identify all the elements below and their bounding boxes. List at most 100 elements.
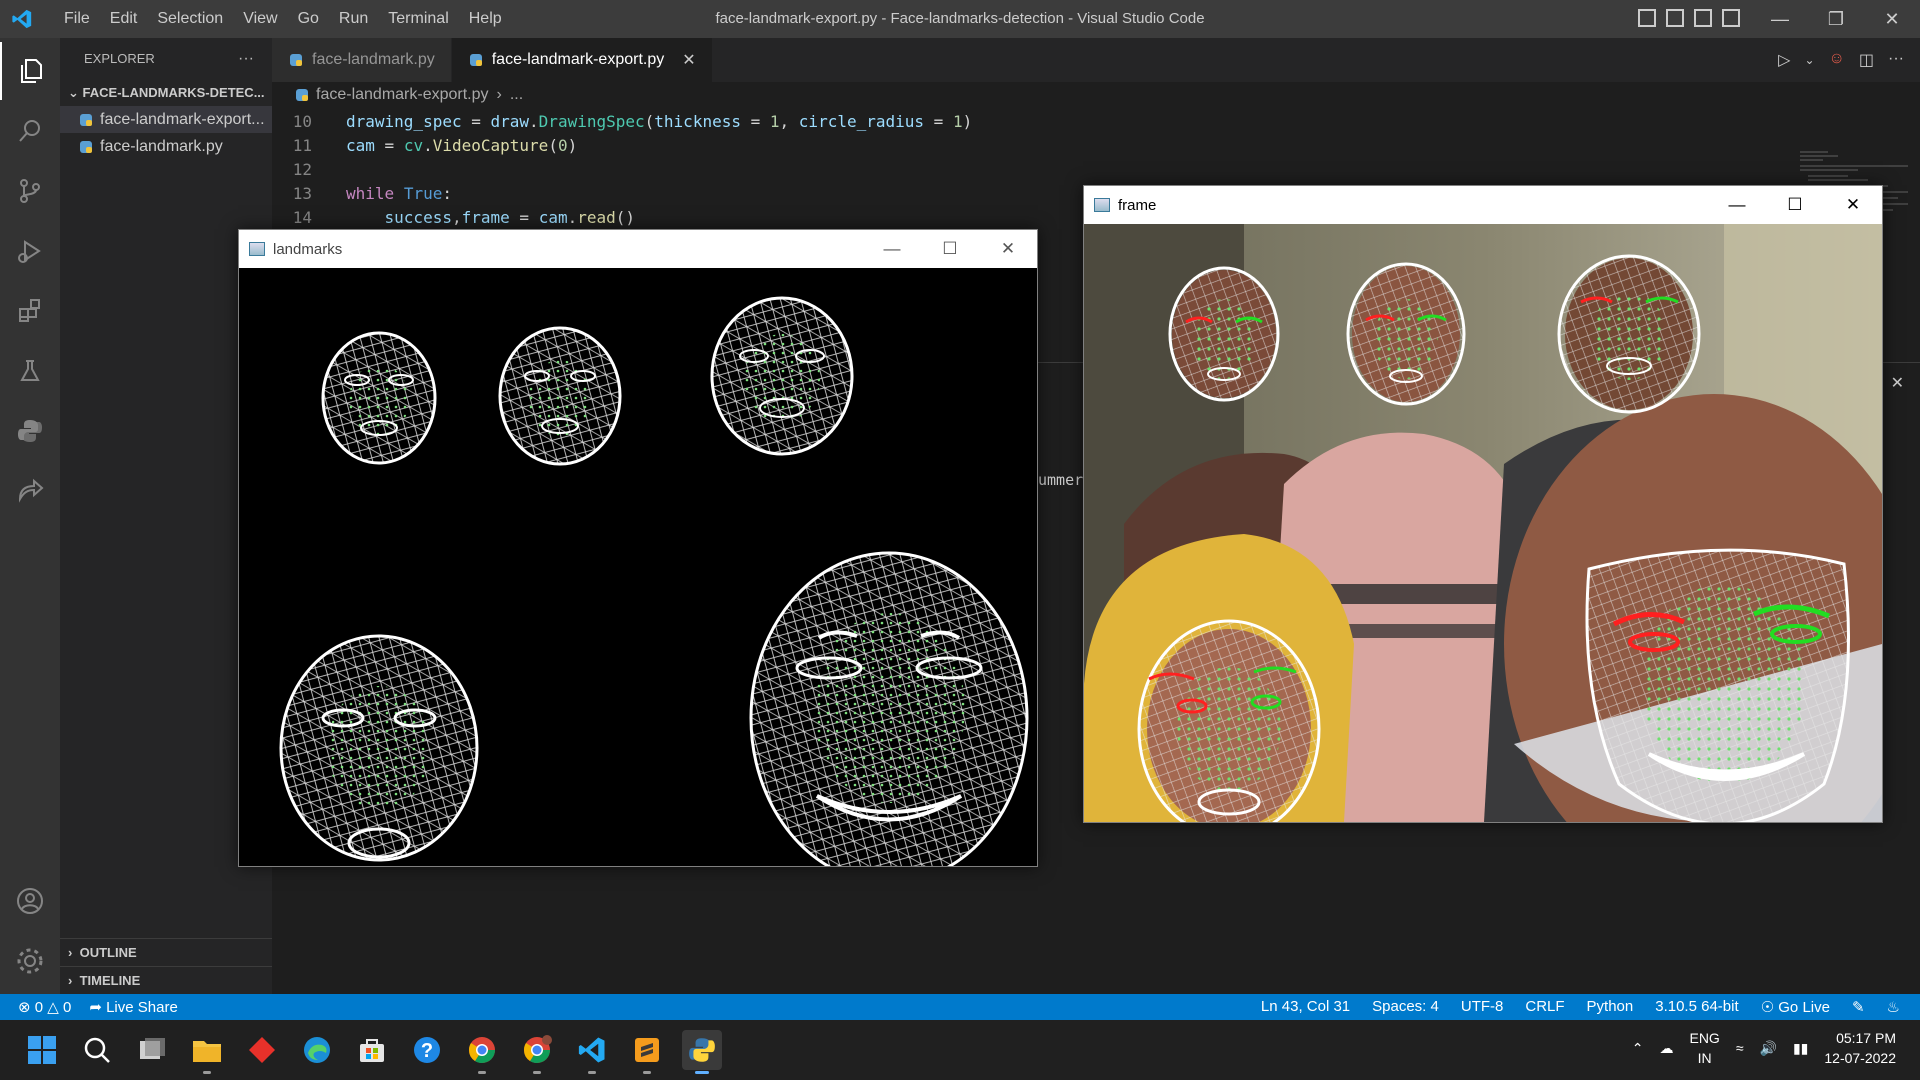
close-button[interactable]: ✕ xyxy=(979,230,1037,268)
explorer-icon[interactable] xyxy=(0,42,60,100)
file-item-landmark[interactable]: face-landmark.py xyxy=(60,133,272,160)
maximize-button[interactable]: ☐ xyxy=(921,230,979,268)
run-file-icon[interactable]: ▷ xyxy=(1778,50,1790,70)
minimize-button[interactable]: — xyxy=(863,230,921,268)
volume-icon[interactable]: 🔊 xyxy=(1760,1040,1777,1057)
menu-go[interactable]: Go xyxy=(288,10,329,28)
edge-icon[interactable] xyxy=(297,1030,337,1070)
line-number: 10 xyxy=(292,112,312,131)
toggle-secondary-sidebar-icon[interactable] xyxy=(1694,9,1712,27)
menu-selection[interactable]: Selection xyxy=(147,10,233,28)
landmarks-window[interactable]: landmarks — ☐ ✕ xyxy=(238,229,1038,867)
encoding[interactable]: UTF-8 xyxy=(1461,998,1504,1016)
chrome-profile-icon[interactable] xyxy=(517,1030,557,1074)
menu-terminal[interactable]: Terminal xyxy=(378,10,458,28)
minimize-button[interactable]: — xyxy=(1752,0,1808,38)
source-control-icon[interactable] xyxy=(0,162,60,220)
file-explorer-icon[interactable] xyxy=(187,1030,227,1074)
manage-gear-icon[interactable] xyxy=(0,932,60,990)
close-button[interactable]: ✕ xyxy=(1824,186,1882,224)
menu-edit[interactable]: Edit xyxy=(100,10,148,28)
landmarks-window-titlebar[interactable]: landmarks — ☐ ✕ xyxy=(239,230,1037,268)
workspace-folder[interactable]: ⌄ FACE-LANDMARKS-DETEC... xyxy=(60,80,272,106)
close-tab-icon[interactable]: ✕ xyxy=(682,50,695,70)
menu-file[interactable]: File xyxy=(54,10,100,28)
onedrive-icon[interactable]: ☁ xyxy=(1659,1040,1673,1057)
end-of-line[interactable]: CRLF xyxy=(1525,998,1564,1016)
frame-window-title: frame xyxy=(1118,196,1157,214)
task-view-icon[interactable] xyxy=(132,1030,172,1070)
file-name: face-landmark.py xyxy=(100,138,223,155)
sublime-icon[interactable] xyxy=(627,1030,667,1074)
toggle-primary-sidebar-icon[interactable] xyxy=(1638,9,1656,27)
testing-icon[interactable] xyxy=(0,342,60,400)
more-actions-icon[interactable]: ··· xyxy=(238,38,254,80)
wifi-icon[interactable]: ≈ xyxy=(1736,1040,1744,1056)
problems-indicator[interactable]: ⊗ 0 △ 0 xyxy=(18,998,71,1016)
split-editor-icon[interactable]: ◫ xyxy=(1859,50,1874,70)
search-icon[interactable] xyxy=(0,102,60,160)
battery-icon[interactable]: ▮▮ xyxy=(1793,1040,1808,1057)
toggle-panel-icon[interactable] xyxy=(1666,9,1684,27)
language-indicator[interactable]: ENG IN xyxy=(1689,1028,1719,1068)
go-live-label: Go Live xyxy=(1778,999,1830,1016)
codeium-icon[interactable]: ☺ xyxy=(1829,50,1845,70)
cursor-position[interactable]: Ln 43, Col 31 xyxy=(1261,998,1350,1016)
app-red-icon[interactable] xyxy=(242,1030,282,1070)
frame-window[interactable]: frame — ☐ ✕ xyxy=(1083,185,1883,823)
live-share-status[interactable]: ➦ Live Share xyxy=(89,998,177,1016)
python-interpreter[interactable]: 3.10.5 64-bit xyxy=(1655,998,1738,1016)
run-dropdown-icon[interactable]: ⌄ xyxy=(1804,50,1814,70)
explorer-title: EXPLORER xyxy=(84,51,155,66)
go-live-button[interactable]: ☉ Go Live xyxy=(1761,998,1830,1016)
language-mode[interactable]: Python xyxy=(1587,998,1634,1016)
more-actions-icon[interactable]: ··· xyxy=(1888,50,1904,70)
frame-window-titlebar[interactable]: frame — ☐ ✕ xyxy=(1084,186,1882,224)
vscode-icon[interactable] xyxy=(572,1030,612,1074)
face-mesh-5 xyxy=(749,551,1029,866)
store-icon[interactable] xyxy=(352,1030,392,1070)
run-debug-icon[interactable] xyxy=(0,222,60,280)
python-icon[interactable] xyxy=(682,1030,722,1074)
menu-run[interactable]: Run xyxy=(329,10,378,28)
notifications-icon[interactable]: ♨ xyxy=(1887,998,1900,1016)
face-mesh-3 xyxy=(710,296,854,456)
close-panel-icon[interactable]: ✕ xyxy=(1891,373,1904,393)
clock[interactable]: 05:17 PM 12-07-2022 xyxy=(1824,1028,1896,1068)
windows-start-icon[interactable] xyxy=(22,1030,62,1070)
indentation[interactable]: Spaces: 4 xyxy=(1372,998,1439,1016)
file-item-export[interactable]: face-landmark-export... xyxy=(60,106,272,133)
status-right: Ln 43, Col 31 Spaces: 4 UTF-8 CRLF Pytho… xyxy=(1261,998,1900,1016)
menu-help[interactable]: Help xyxy=(459,10,512,28)
error-icon: ⊗ xyxy=(18,999,31,1016)
extensions-icon[interactable] xyxy=(0,282,60,340)
menu-view[interactable]: View xyxy=(233,10,287,28)
error-count: 0 xyxy=(34,999,44,1016)
breadcrumb-rest[interactable]: ... xyxy=(510,86,523,104)
customize-layout-icon[interactable] xyxy=(1722,9,1740,27)
tab-face-landmark-export[interactable]: face-landmark-export.py ✕ xyxy=(451,38,713,82)
tab-face-landmark[interactable]: face-landmark.py xyxy=(272,38,452,82)
help-icon[interactable]: ? xyxy=(407,1030,447,1070)
breadcrumb-file[interactable]: face-landmark-export.py xyxy=(316,86,489,104)
chevron-right-icon: › xyxy=(68,973,73,988)
line-number: 12 xyxy=(292,160,312,179)
timeline-section[interactable]: › TIMELINE xyxy=(60,966,272,994)
python-icon[interactable] xyxy=(0,402,60,460)
live-share-icon[interactable] xyxy=(0,462,60,520)
live-share-label: Live Share xyxy=(106,999,178,1016)
close-button[interactable]: ✕ xyxy=(1864,0,1920,38)
python-file-icon xyxy=(290,54,302,66)
search-icon[interactable] xyxy=(77,1030,117,1070)
minimize-button[interactable]: — xyxy=(1708,186,1766,224)
feedback-icon[interactable]: ✎ xyxy=(1852,998,1865,1016)
outline-section[interactable]: › OUTLINE xyxy=(60,938,272,966)
accounts-icon[interactable] xyxy=(0,872,60,930)
line-number: 14 xyxy=(292,208,312,227)
restore-button[interactable]: ❐ xyxy=(1808,0,1864,38)
folder-name: FACE-LANDMARKS-DETEC... xyxy=(82,85,265,100)
chevron-up-icon[interactable]: ⌃ xyxy=(1632,1040,1644,1057)
maximize-button[interactable]: ☐ xyxy=(1766,186,1824,224)
chrome-icon[interactable] xyxy=(462,1030,502,1074)
